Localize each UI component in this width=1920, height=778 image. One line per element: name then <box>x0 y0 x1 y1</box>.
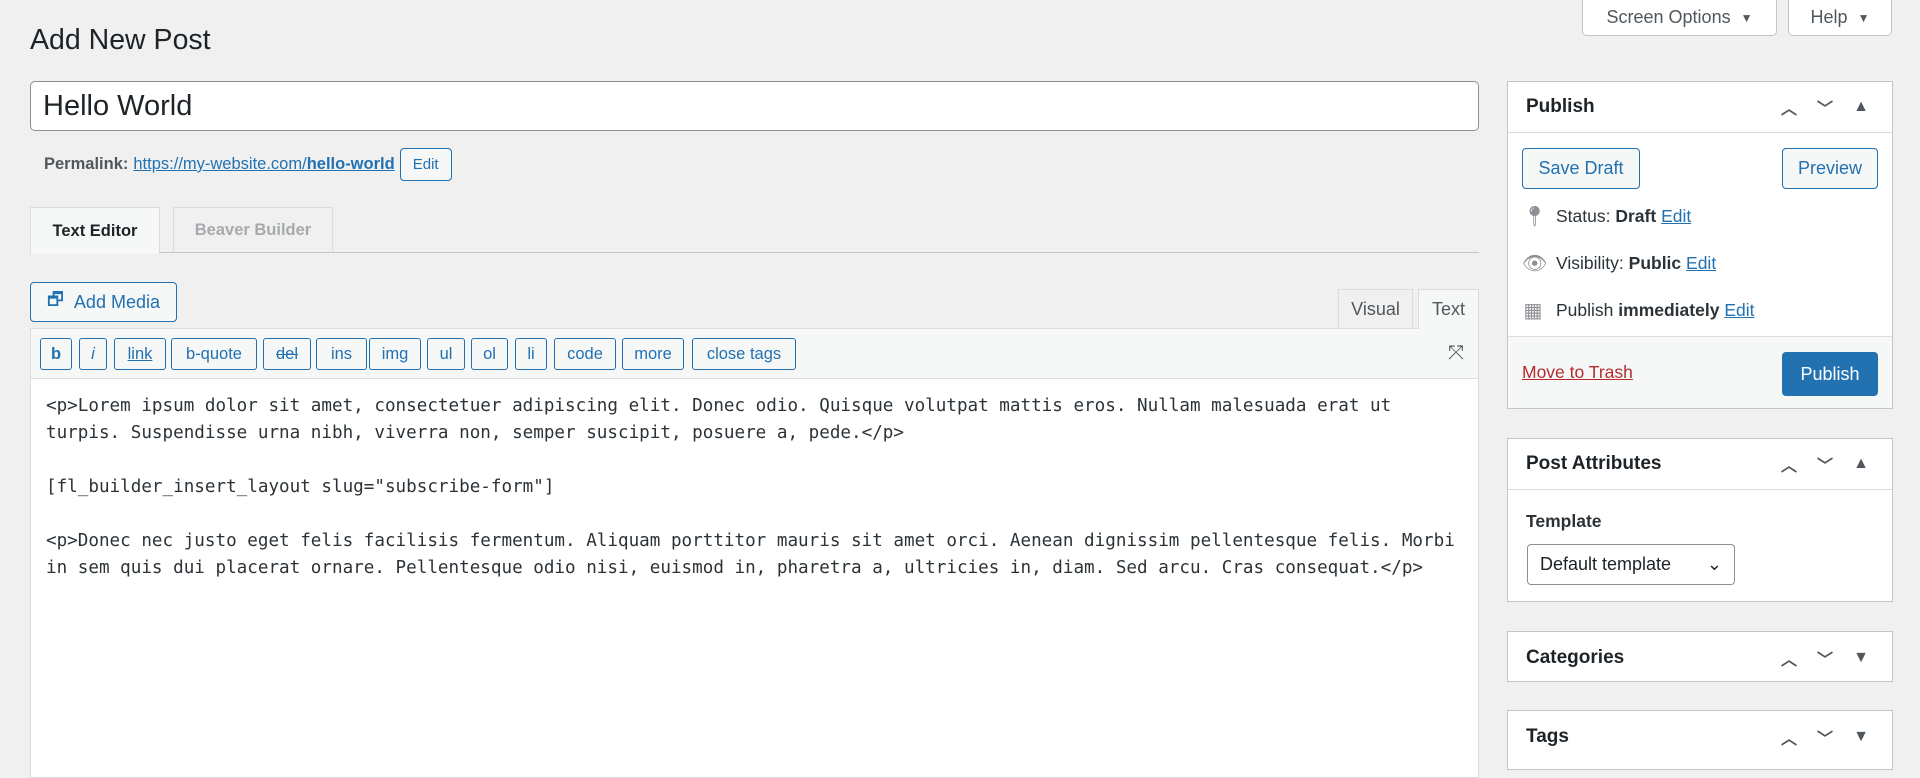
fullscreen-icon[interactable]: ⤧ <box>1448 342 1464 365</box>
qt-italic-button[interactable]: i <box>79 338 107 370</box>
tab-divider <box>30 252 1479 253</box>
move-up-icon[interactable]: ︿ <box>1778 725 1800 749</box>
help-label: Help <box>1810 7 1848 27</box>
tab-text[interactable]: Text <box>1418 289 1479 329</box>
move-down-icon[interactable]: ﹀ <box>1814 452 1836 476</box>
chevron-down-icon: ⌄ <box>1706 554 1722 574</box>
template-label: Template <box>1526 511 1602 531</box>
tab-text-editor[interactable]: Text Editor <box>30 207 160 254</box>
pin-icon: 📍︎ <box>1522 206 1548 228</box>
screen-options-label: Screen Options <box>1606 7 1731 27</box>
preview-button[interactable]: Preview <box>1782 148 1878 189</box>
calendar-icon: ▦ <box>1523 300 1543 322</box>
qt-ins-button[interactable]: ins <box>316 338 367 370</box>
move-to-trash-link[interactable]: Move to Trash <box>1522 362 1633 383</box>
permalink-slug: hello-world <box>306 155 395 173</box>
qt-li-button[interactable]: li <box>515 338 547 370</box>
qt-bold-button[interactable]: b <box>40 338 72 370</box>
post-title-input[interactable]: Hello World <box>30 81 1479 131</box>
add-media-label: Add Media <box>73 291 160 312</box>
tags-box: Tags ︿ ﹀ ▼ <box>1507 710 1893 770</box>
move-down-icon[interactable]: ﹀ <box>1814 95 1836 119</box>
help-button[interactable]: Help ▼ <box>1788 0 1892 36</box>
status-edit-link[interactable]: Edit <box>1661 206 1691 226</box>
page-title: Add New Post <box>30 24 211 56</box>
visibility-value: Public <box>1628 253 1682 273</box>
permalink-label: Permalink: <box>44 155 129 173</box>
caret-down-icon: ▼ <box>1857 10 1870 25</box>
visibility-edit-link[interactable]: Edit <box>1686 253 1716 273</box>
collapse-icon[interactable]: ▲ <box>1850 455 1872 473</box>
qt-ul-button[interactable]: ul <box>427 338 465 370</box>
move-up-icon[interactable]: ︿ <box>1778 452 1800 476</box>
tab-beaver-builder[interactable]: Beaver Builder <box>173 207 333 253</box>
visibility-label: Visibility: <box>1556 253 1624 273</box>
save-draft-button[interactable]: Save Draft <box>1522 148 1640 189</box>
status-label: Status: <box>1556 206 1611 226</box>
permalink-edit-button[interactable]: Edit <box>399 148 452 181</box>
qt-del-button[interactable]: del <box>263 338 311 370</box>
status-value: Draft <box>1615 206 1657 226</box>
schedule-label: Publish <box>1556 300 1614 320</box>
publish-box-title: Publish <box>1526 96 1595 117</box>
template-value: Default template <box>1540 554 1672 574</box>
caret-down-icon: ▼ <box>1740 10 1753 25</box>
quicktags-toolbar: b i link b-quote del ins img ul ol li co… <box>30 328 1479 379</box>
collapse-icon[interactable]: ▲ <box>1850 98 1872 116</box>
move-up-icon[interactable]: ︿ <box>1778 646 1800 670</box>
expand-icon[interactable]: ▼ <box>1850 728 1872 746</box>
tags-title: Tags <box>1526 725 1569 747</box>
schedule-edit-link[interactable]: Edit <box>1724 300 1754 320</box>
move-down-icon[interactable]: ﹀ <box>1814 646 1836 670</box>
tab-visual[interactable]: Visual <box>1338 289 1413 329</box>
qt-code-button[interactable]: code <box>554 338 616 370</box>
move-up-icon[interactable]: ︿ <box>1778 95 1800 119</box>
qt-link-button[interactable]: link <box>114 338 166 370</box>
publish-button[interactable]: Publish <box>1782 352 1878 396</box>
qt-close-tags-button[interactable]: close tags <box>692 338 796 370</box>
schedule-value: immediately <box>1618 300 1720 320</box>
template-select[interactable]: Default template ⌄ <box>1527 544 1735 585</box>
categories-box: Categories ︿ ﹀ ▼ <box>1507 631 1893 682</box>
qt-bquote-button[interactable]: b-quote <box>171 338 257 370</box>
post-attributes-box: Post Attributes ︿ ﹀ ▲ Template Default tem… <box>1507 438 1893 602</box>
expand-icon[interactable]: ▼ <box>1850 649 1872 667</box>
qt-ol-button[interactable]: ol <box>471 338 508 370</box>
qt-img-button[interactable]: img <box>369 338 421 370</box>
publish-box: Publish ︿ ﹀ ▲ Save Draft Preview 📍︎ Status:… <box>1507 81 1893 409</box>
media-icon: 🗗 <box>47 289 64 309</box>
move-down-icon[interactable]: ﹀ <box>1814 725 1836 749</box>
categories-title: Categories <box>1526 646 1625 668</box>
post-attributes-title: Post Attributes <box>1526 453 1662 474</box>
permalink-link[interactable]: https://my-website.com/hello-world <box>133 155 394 174</box>
add-media-button[interactable]: 🗗 Add Media <box>30 282 177 322</box>
screen-options-button[interactable]: Screen Options ▼ <box>1582 0 1777 36</box>
eye-icon: 👁︎ <box>1522 253 1548 275</box>
permalink-row: Permalink: https://my-website.com/hello-… <box>44 148 452 181</box>
permalink-base: https://my-website.com/ <box>133 155 307 173</box>
content-textarea[interactable]: <p>Lorem ipsum dolor sit amet, consectet… <box>30 378 1479 778</box>
qt-more-button[interactable]: more <box>622 338 684 370</box>
